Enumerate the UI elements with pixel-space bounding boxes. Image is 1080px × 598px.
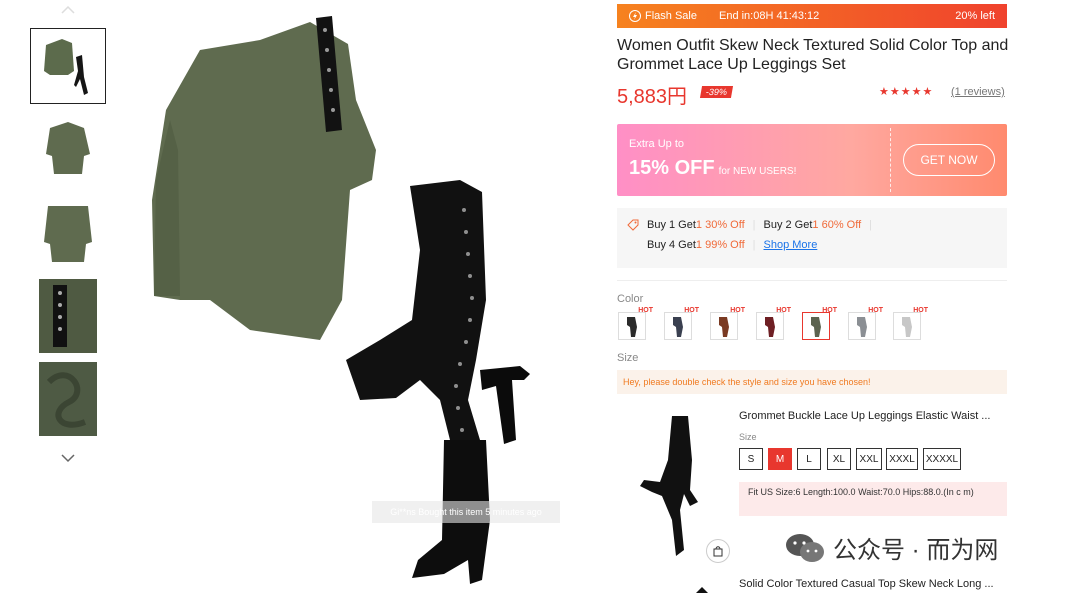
hot-badge: HOT: [776, 307, 791, 314]
color-swatch[interactable]: HOT: [802, 307, 837, 340]
promo-box: Buy 1 Get 1 30% Off | Buy 2 Get 1 60% Of…: [617, 208, 1007, 268]
recent-purchase-tooltip: Gi**ns Bought this item 5 minutes ago: [372, 501, 560, 523]
tag-icon: [627, 219, 639, 234]
size-option[interactable]: XXXXL: [923, 448, 961, 470]
leggings-item-image: [628, 410, 728, 560]
size-warning: Hey, please double check the style and s…: [617, 370, 1007, 394]
hot-badge: HOT: [868, 307, 883, 314]
color-swatch[interactable]: HOT: [893, 307, 928, 340]
hot-badge: HOT: [913, 307, 928, 314]
product-title: Women Outfit Skew Neck Textured Solid Co…: [617, 37, 1009, 73]
reviews-link[interactable]: (1 reviews): [951, 86, 1005, 98]
banner-line1: Extra Up to: [629, 138, 685, 150]
rating-stars: ★★★★★: [879, 86, 934, 98]
item2-image: [692, 580, 712, 593]
leggings-illustration: [640, 416, 698, 556]
color-swatch[interactable]: HOT: [664, 307, 699, 340]
size-option[interactable]: XXL: [856, 448, 882, 470]
divider: [617, 280, 1007, 281]
swatch-thumbnail: [902, 317, 912, 337]
flash-sale-stock: 20% left: [955, 10, 995, 22]
top-back-thumbnail-image: [44, 206, 92, 262]
thumbnail-top-front[interactable]: [38, 112, 98, 186]
banner-big-text: 15% OFF: [629, 157, 715, 179]
banner-small-text: for NEW USERS!: [718, 166, 797, 177]
new-user-banner[interactable]: Extra Up to 15% OFF for NEW USERS! GET NO…: [617, 124, 1007, 196]
promo-text: Buy 2 Get: [763, 219, 813, 231]
shopping-bag-icon: [713, 546, 723, 557]
size-option[interactable]: M: [768, 448, 792, 470]
promo-row-1: Buy 1 Get 1 30% Off | Buy 2 Get 1 60% Of…: [647, 219, 880, 231]
size-option[interactable]: XXXL: [886, 448, 918, 470]
bolt-icon: [629, 10, 641, 22]
thumbnail-knit-texture[interactable]: [38, 362, 98, 436]
item2-name[interactable]: Solid Color Textured Casual Top Skew Nec…: [739, 578, 994, 590]
add-to-bag-button[interactable]: [706, 539, 730, 563]
hot-badge: HOT: [730, 307, 745, 314]
grommet-detail-thumbnail-image: [39, 279, 97, 353]
flash-sale-countdown: End in:08H 41:43:12: [718, 10, 820, 22]
hot-badge: HOT: [684, 307, 699, 314]
swatch-thumbnail: [811, 317, 821, 337]
hot-badge: HOT: [638, 307, 653, 314]
color-label: Color: [617, 293, 644, 305]
wechat-icon: [786, 533, 824, 562]
size-option[interactable]: S: [739, 448, 763, 470]
thumbnail-grommet-detail[interactable]: [38, 279, 98, 353]
get-now-button[interactable]: GET NOW: [903, 144, 995, 176]
size-option[interactable]: XL: [827, 448, 851, 470]
flash-sale-label: Flash Sale: [629, 10, 697, 22]
discount-badge: -39%: [699, 86, 734, 98]
thumbnail-outfit-set[interactable]: [30, 28, 106, 104]
size-option[interactable]: L: [797, 448, 821, 470]
top-front-thumbnail-image: [46, 122, 90, 174]
flash-sale-bar: Flash Sale End in:08H 41:43:12 20% left: [617, 4, 1007, 28]
chevron-up-icon[interactable]: [60, 2, 76, 18]
color-swatch[interactable]: HOT: [710, 307, 745, 340]
flash-sale-text: Flash Sale: [645, 10, 697, 22]
promo-row-2: Buy 4 Get 1 99% Off | Shop More: [647, 239, 817, 251]
swatch-thumbnail: [673, 317, 683, 337]
size-label: Size: [617, 352, 639, 364]
banner-divider: [890, 128, 891, 192]
promo-off: 1 99% Off: [695, 239, 745, 251]
thumbnail-top-back[interactable]: [38, 196, 98, 270]
swatch-thumbnail: [719, 317, 729, 337]
fit-info: Fit US Size:6 Length:100.0 Waist:70.0 Hi…: [739, 482, 1007, 516]
hot-badge: HOT: [822, 307, 837, 314]
swatch-thumbnail: [765, 317, 775, 337]
outfit-thumbnail-image: [44, 39, 88, 95]
wechat-text: 公众号 · 而为网: [833, 537, 999, 564]
promo-separator: |: [752, 239, 756, 251]
color-swatch[interactable]: HOT: [848, 307, 883, 340]
chevron-down-icon[interactable]: [60, 450, 76, 466]
promo-text: Buy 1 Get: [647, 219, 696, 231]
item1-name[interactable]: Grommet Buckle Lace Up Leggings Elastic …: [739, 410, 990, 422]
swatch-thumbnail: [627, 317, 637, 337]
swatch-thumbnail: [857, 317, 867, 337]
knit-texture-thumbnail-image: [39, 362, 97, 436]
promo-separator: |: [752, 219, 756, 231]
promo-off: 1 30% Off: [695, 219, 745, 231]
banner-offer: 15% OFF for NEW USERS!: [629, 157, 796, 180]
product-price: 5,883円: [617, 86, 688, 108]
promo-text: Buy 4 Get: [647, 239, 696, 251]
color-swatch[interactable]: HOT: [618, 307, 653, 340]
promo-off: 1 60% Off: [812, 219, 862, 231]
shop-more-link[interactable]: Shop More: [764, 239, 818, 251]
color-swatch[interactable]: HOT: [756, 307, 791, 340]
item1-size-label: Size: [739, 432, 757, 442]
wechat-watermark: 公众号 · 而为网: [785, 530, 998, 565]
promo-separator: |: [869, 219, 872, 231]
